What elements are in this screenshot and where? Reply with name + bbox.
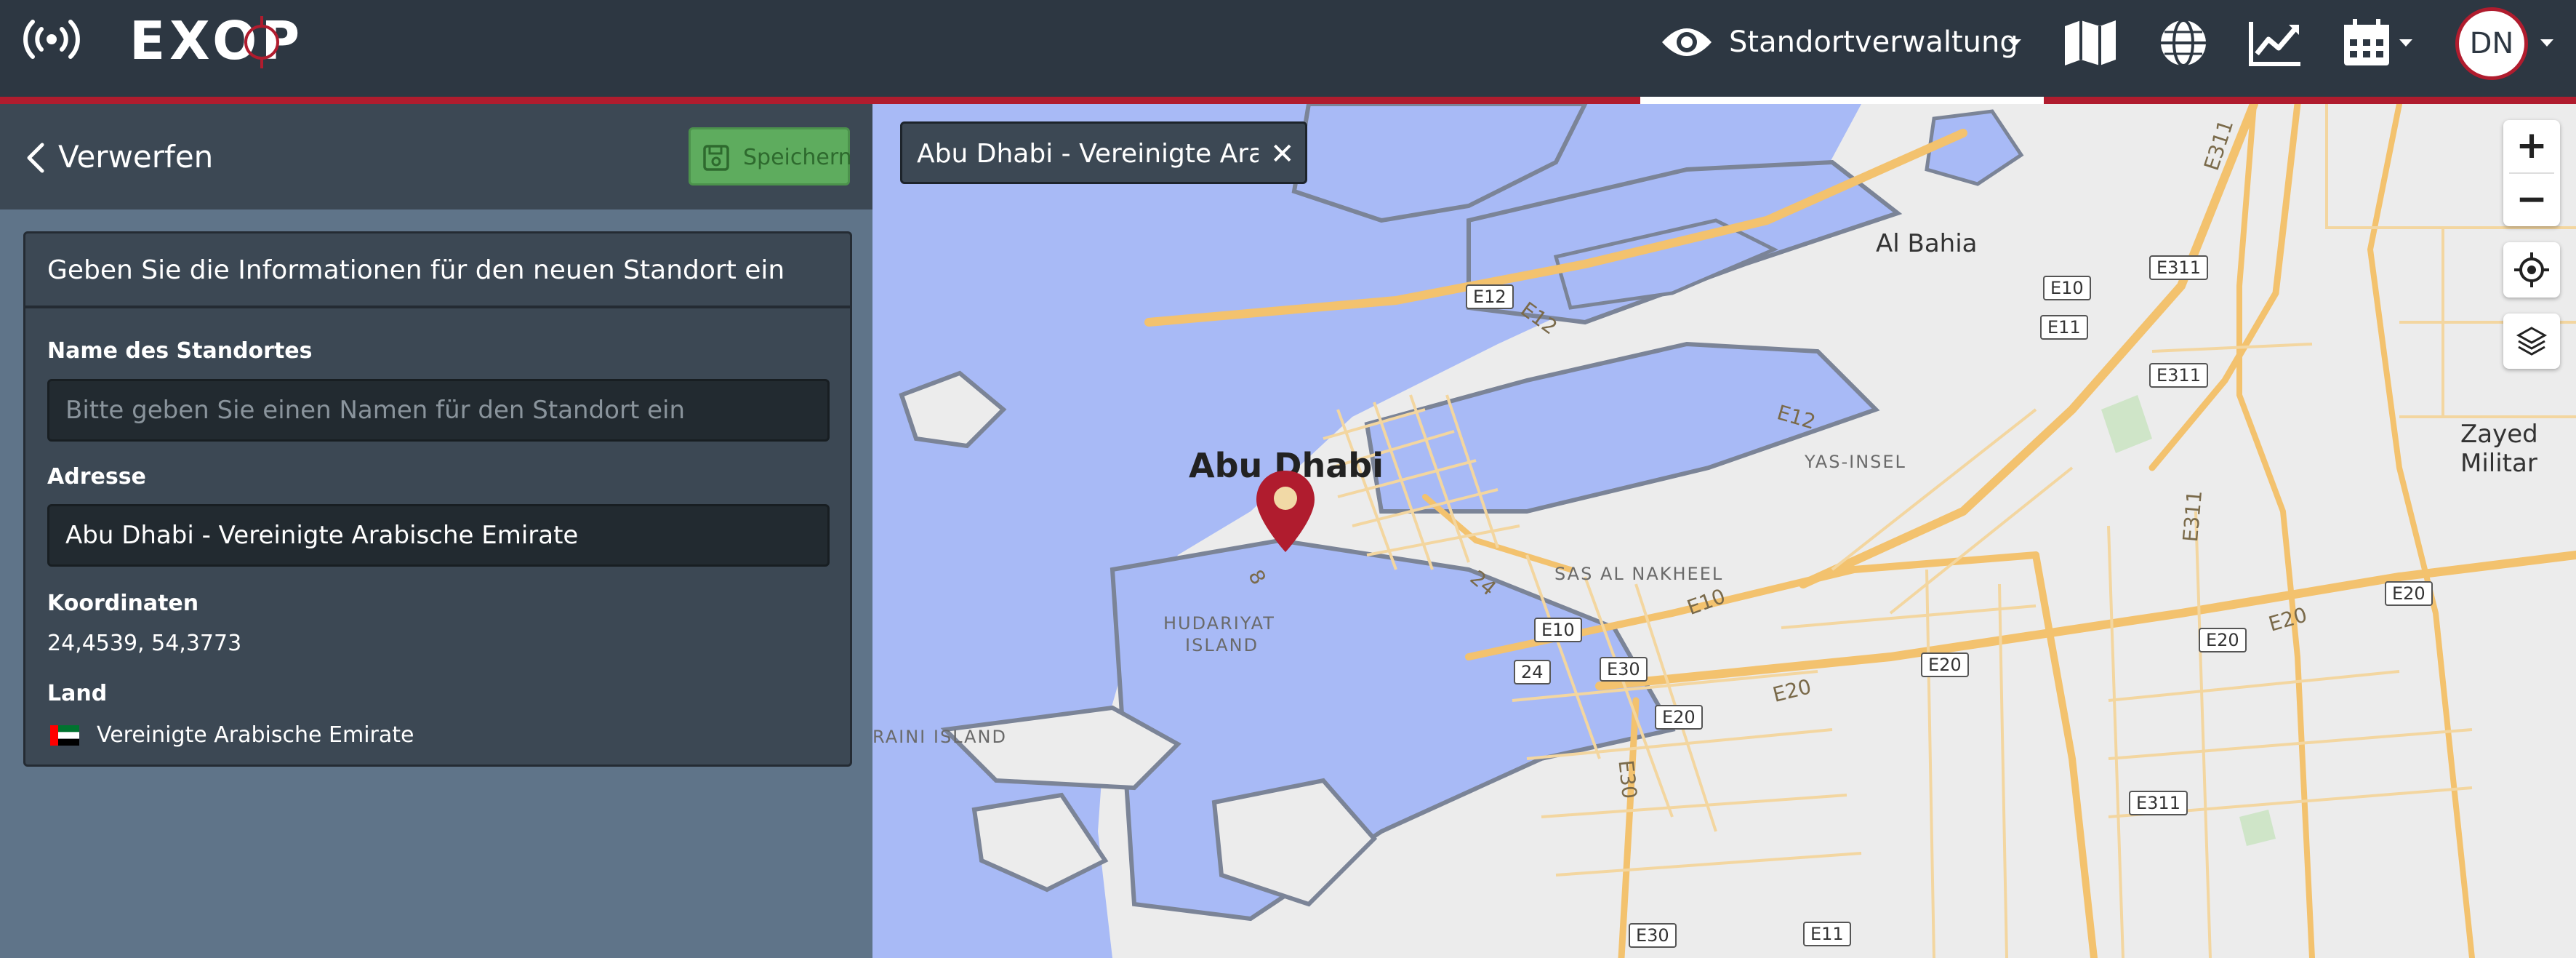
location-management-menu[interactable]: Standortverwaltung — [1729, 22, 2018, 63]
road-shield: E10 — [2043, 276, 2091, 300]
map-region-label: SAS AL NAKHEEL — [1554, 564, 1724, 584]
location-name-input[interactable] — [47, 379, 830, 442]
floppy-disk-icon — [703, 145, 729, 171]
map-view[interactable]: Abu Dhabi Al Bahia Zayed Militar YAS-INS… — [872, 104, 2576, 958]
road-shield: E30 — [1629, 923, 1677, 948]
coordinates-value: 24,4539, 54,3773 — [47, 631, 242, 656]
map-place-label: Zayed Militar — [2460, 420, 2538, 478]
chevron-down-icon[interactable] — [2008, 39, 2021, 47]
crosshair-locate-icon[interactable] — [2514, 252, 2549, 287]
chevron-down-icon[interactable] — [2540, 39, 2553, 47]
country-value: Vereinigte Arabische Emirate — [97, 722, 414, 748]
chevron-left-icon[interactable] — [25, 142, 47, 174]
progress-line — [2044, 97, 2576, 104]
location-info-card: Geben Sie die Informationen für den neue… — [23, 231, 852, 767]
uae-flag-icon — [50, 725, 79, 746]
map-tiles[interactable] — [872, 104, 2576, 958]
road-shield: E20 — [2199, 628, 2247, 652]
card-header: Geben Sie die Informationen für den neue… — [25, 233, 850, 308]
zoom-in-button[interactable]: + — [2503, 120, 2560, 172]
progress-line-active — [1640, 97, 2044, 104]
map-icon[interactable] — [2062, 17, 2119, 68]
progress-line — [0, 97, 1640, 104]
coordinates-label: Koordinaten — [47, 591, 199, 616]
road-shield: E20 — [1921, 652, 1969, 677]
country-label: Land — [47, 681, 108, 706]
calendar-icon[interactable] — [2338, 17, 2395, 68]
road-name: E30 — [1613, 759, 1642, 800]
exop-logo[interactable]: EXOP — [129, 13, 340, 68]
zoom-controls: + − — [2503, 120, 2560, 226]
broadcast-icon[interactable] — [22, 17, 81, 61]
layers-icon[interactable] — [2516, 325, 2548, 357]
road-shield: E311 — [2129, 791, 2188, 815]
panel-header: Verwerfen Speichern — [0, 104, 872, 209]
location-name-label: Name des Standortes — [47, 338, 313, 364]
card-title: Geben Sie die Informationen für den neue… — [47, 255, 785, 285]
chevron-down-icon[interactable] — [2399, 39, 2412, 47]
save-button[interactable]: Speichern — [689, 127, 852, 185]
road-shield: E11 — [1803, 922, 1851, 946]
road-shield: E311 — [2149, 255, 2208, 280]
map-region-label: RAINI ISLAND — [872, 727, 1007, 747]
globe-icon[interactable] — [2155, 17, 2212, 68]
road-shield: E20 — [1655, 705, 1703, 730]
search-location-text: Abu Dhabi - Vereinigte Arabische Emirate — [917, 139, 1259, 169]
chart-line-icon[interactable] — [2247, 17, 2303, 68]
road-shield: E11 — [2040, 315, 2088, 340]
logo-crosshair-icon — [244, 16, 279, 68]
map-region-label: ISLAND — [1185, 635, 1259, 655]
location-form-panel: Verwerfen Speichern Geben Sie die Inform… — [0, 104, 872, 958]
map-region-label: HUDARIYAT — [1163, 613, 1275, 634]
save-label: Speichern — [743, 145, 852, 170]
road-shield: E20 — [2385, 581, 2433, 606]
address-label: Adresse — [47, 464, 146, 490]
address-input[interactable]: Abu Dhabi - Vereinigte Arabische Emirate — [47, 504, 830, 567]
top-navigation-bar: EXOP Standortverwaltung DN — [0, 0, 2576, 98]
road-shield: E10 — [1534, 618, 1582, 642]
location-pin-icon[interactable] — [1255, 469, 1316, 554]
map-place-label: Al Bahia — [1876, 229, 1978, 258]
locate-control — [2503, 242, 2560, 298]
layers-control — [2503, 314, 2560, 369]
road-name: E311 — [2178, 489, 2207, 543]
user-avatar[interactable]: DN — [2455, 7, 2528, 80]
zoom-out-button[interactable]: − — [2503, 174, 2560, 226]
search-location-chip[interactable]: Abu Dhabi - Vereinigte Arabische Emirate… — [900, 121, 1307, 184]
eye-icon[interactable] — [1659, 20, 1714, 64]
road-shield: 24 — [1514, 660, 1551, 684]
road-shield: E30 — [1600, 657, 1648, 682]
discard-button[interactable]: Verwerfen — [58, 136, 213, 178]
road-shield: E311 — [2149, 363, 2208, 388]
road-shield: E12 — [1466, 284, 1514, 309]
close-icon[interactable]: ✕ — [1270, 138, 1295, 170]
map-region-label: YAS-INSEL — [1805, 452, 1906, 472]
